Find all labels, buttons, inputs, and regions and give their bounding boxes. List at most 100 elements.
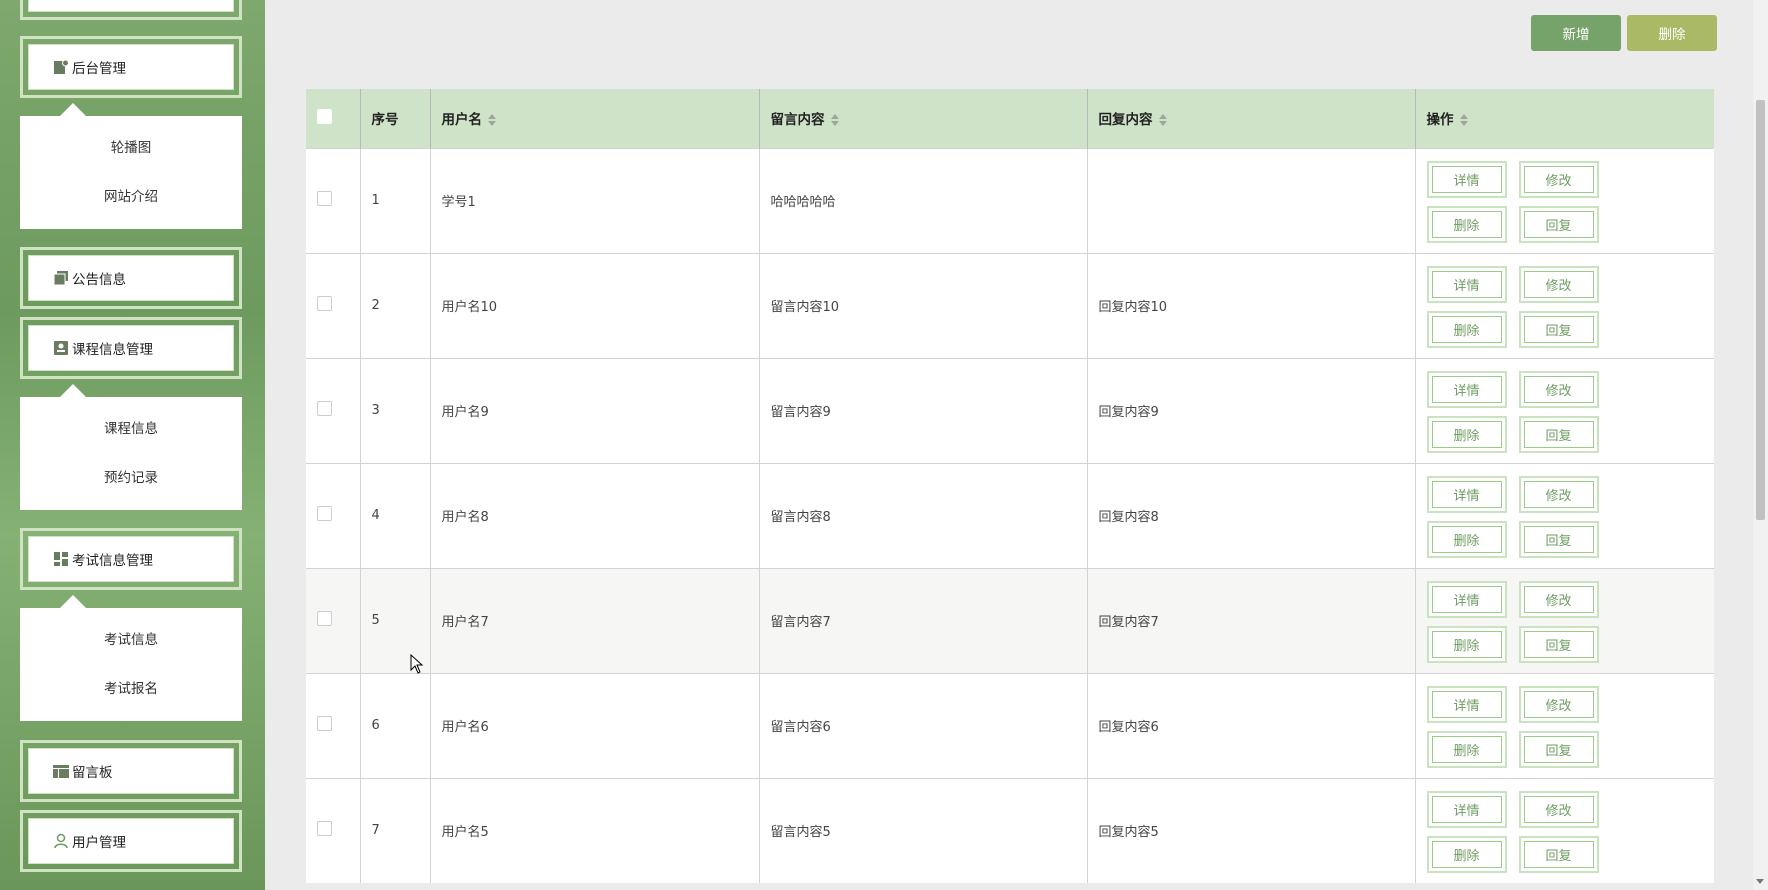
edit-button[interactable]: 修改 [1518,580,1599,618]
cell-reply: 回复内容5 [1087,777,1416,883]
cell-reply: 回复内容8 [1087,462,1416,568]
reply-button[interactable]: 回复 [1518,625,1599,663]
detail-button[interactable]: 详情 [1426,160,1507,198]
user-icon [54,833,68,849]
table-header-row: 序号 用户名 留言内容 回复内容 操作 [306,89,1714,148]
sort-icon[interactable] [830,114,839,127]
cell-checkbox[interactable] [306,462,361,568]
detail-button[interactable]: 详情 [1426,790,1507,828]
delete-button[interactable]: 删除 [1426,415,1507,453]
sidebar-menu-message-board[interactable]: 留言板 [20,740,242,802]
header-reply[interactable]: 回复内容 [1087,89,1416,148]
cell-actions: 详情 修改 删除 回复 [1415,672,1714,778]
detail-button[interactable]: 详情 [1426,370,1507,408]
cell-checkbox[interactable] [306,357,361,463]
cell-checkbox[interactable] [306,672,361,778]
sidebar-item-exam-info[interactable]: 考试信息 [20,616,242,665]
detail-button[interactable]: 详情 [1426,580,1507,618]
cell-actions: 详情 修改 删除 回复 [1415,567,1714,673]
edit-button[interactable]: 修改 [1518,370,1599,408]
header-message[interactable]: 留言内容 [759,89,1088,148]
sort-icon[interactable] [1158,114,1167,127]
edit-button[interactable]: 修改 [1518,685,1599,723]
reply-button[interactable]: 回复 [1518,730,1599,768]
delete-button[interactable]: 删除 [1426,835,1507,873]
row-checkbox[interactable] [317,611,332,626]
row-checkbox[interactable] [317,191,332,206]
sidebar-menu-label: 课程信息管理 [72,342,153,358]
sidebar-menu-user[interactable]: 用户管理 [20,810,242,872]
cell-index: 2 [360,252,431,358]
notice-icon [53,271,68,286]
reply-button[interactable]: 回复 [1518,520,1599,558]
cell-checkbox[interactable] [306,147,361,253]
cell-actions: 详情 修改 删除 回复 [1415,357,1714,463]
row-checkbox[interactable] [317,296,332,311]
edit-button[interactable]: 修改 [1518,475,1599,513]
select-all-checkbox[interactable] [317,108,332,124]
row-checkbox[interactable] [317,506,332,521]
add-button[interactable]: 新增 [1531,15,1621,51]
delete-button[interactable]: 删除 [1426,730,1507,768]
cell-username: 用户名5 [430,777,760,883]
row-checkbox[interactable] [317,401,332,416]
header-select-all[interactable] [306,89,361,148]
sidebar-menu-exam[interactable]: 考试信息管理 [20,528,242,590]
cell-index: 7 [360,777,431,883]
admin-icon [54,59,69,74]
sort-icon[interactable] [1459,114,1468,127]
edit-button[interactable]: 修改 [1518,265,1599,303]
cell-checkbox[interactable] [306,567,361,673]
sidebar-item-booking-records[interactable]: 预约记录 [20,454,242,503]
cell-reply [1087,147,1416,253]
table-row: 6 用户名6 留言内容6 回复内容6 详情 修改 删除 回复 [306,672,1714,778]
cell-username: 用户名9 [430,357,760,463]
row-checkbox[interactable] [317,716,332,731]
detail-button[interactable]: 详情 [1426,685,1507,723]
delete-button[interactable]: 删除 [1426,310,1507,348]
reply-button[interactable]: 回复 [1518,310,1599,348]
scrollbar-thumb[interactable] [1756,100,1765,520]
row-actions: 详情 修改 删除 回复 [1426,789,1677,873]
sidebar-item-site-intro[interactable]: 网站介绍 [20,173,242,222]
batch-delete-button[interactable]: 删除 [1627,15,1717,51]
cell-reply: 回复内容10 [1087,252,1416,358]
sidebar-menu-admin[interactable]: 后台管理 [20,36,242,98]
scroll-down-arrow-icon[interactable] [1756,879,1764,884]
sidebar-menu-label: 公告信息 [72,272,126,288]
row-checkbox[interactable] [317,821,332,837]
delete-button[interactable]: 删除 [1426,625,1507,663]
message-board-icon [53,765,69,778]
sidebar-item-course-info[interactable]: 课程信息 [20,405,242,454]
header-actions[interactable]: 操作 [1415,89,1714,148]
reply-button[interactable]: 回复 [1518,835,1599,873]
row-actions: 详情 修改 删除 回复 [1426,474,1677,558]
cell-actions: 详情 修改 删除 回复 [1415,462,1714,568]
detail-button[interactable]: 详情 [1426,475,1507,513]
sidebar-menu-label: 用户管理 [72,835,126,851]
sidebar-menu-notice[interactable]: 公告信息 [20,247,242,309]
reply-button[interactable]: 回复 [1518,205,1599,243]
sort-icon[interactable] [488,114,496,127]
table-row: 1 学号1 哈哈哈哈哈 详情 修改 删除 回复 [306,147,1714,253]
table-row: 3 用户名9 留言内容9 回复内容9 详情 修改 删除 回复 [306,357,1714,463]
edit-button[interactable]: 修改 [1518,790,1599,828]
row-actions: 详情 修改 删除 回复 [1426,264,1677,348]
cell-message: 留言内容5 [759,777,1088,883]
sidebar-item-carousel[interactable]: 轮播图 [20,124,242,173]
cell-username: 用户名7 [430,567,760,673]
sidebar-menu-course[interactable]: 课程信息管理 [20,317,242,379]
cell-message: 哈哈哈哈哈 [759,147,1088,253]
row-actions: 详情 修改 删除 回复 [1426,579,1677,663]
cell-message: 留言内容7 [759,567,1088,673]
sidebar-item-exam-signup[interactable]: 考试报名 [20,665,242,714]
header-username[interactable]: 用户名 [430,89,760,148]
reply-button[interactable]: 回复 [1518,415,1599,453]
cell-checkbox[interactable] [306,252,361,358]
cell-checkbox[interactable] [306,777,361,883]
delete-button[interactable]: 删除 [1426,205,1507,243]
edit-button[interactable]: 修改 [1518,160,1599,198]
page-scrollbar[interactable] [1753,0,1768,890]
delete-button[interactable]: 删除 [1426,520,1507,558]
detail-button[interactable]: 详情 [1426,265,1507,303]
